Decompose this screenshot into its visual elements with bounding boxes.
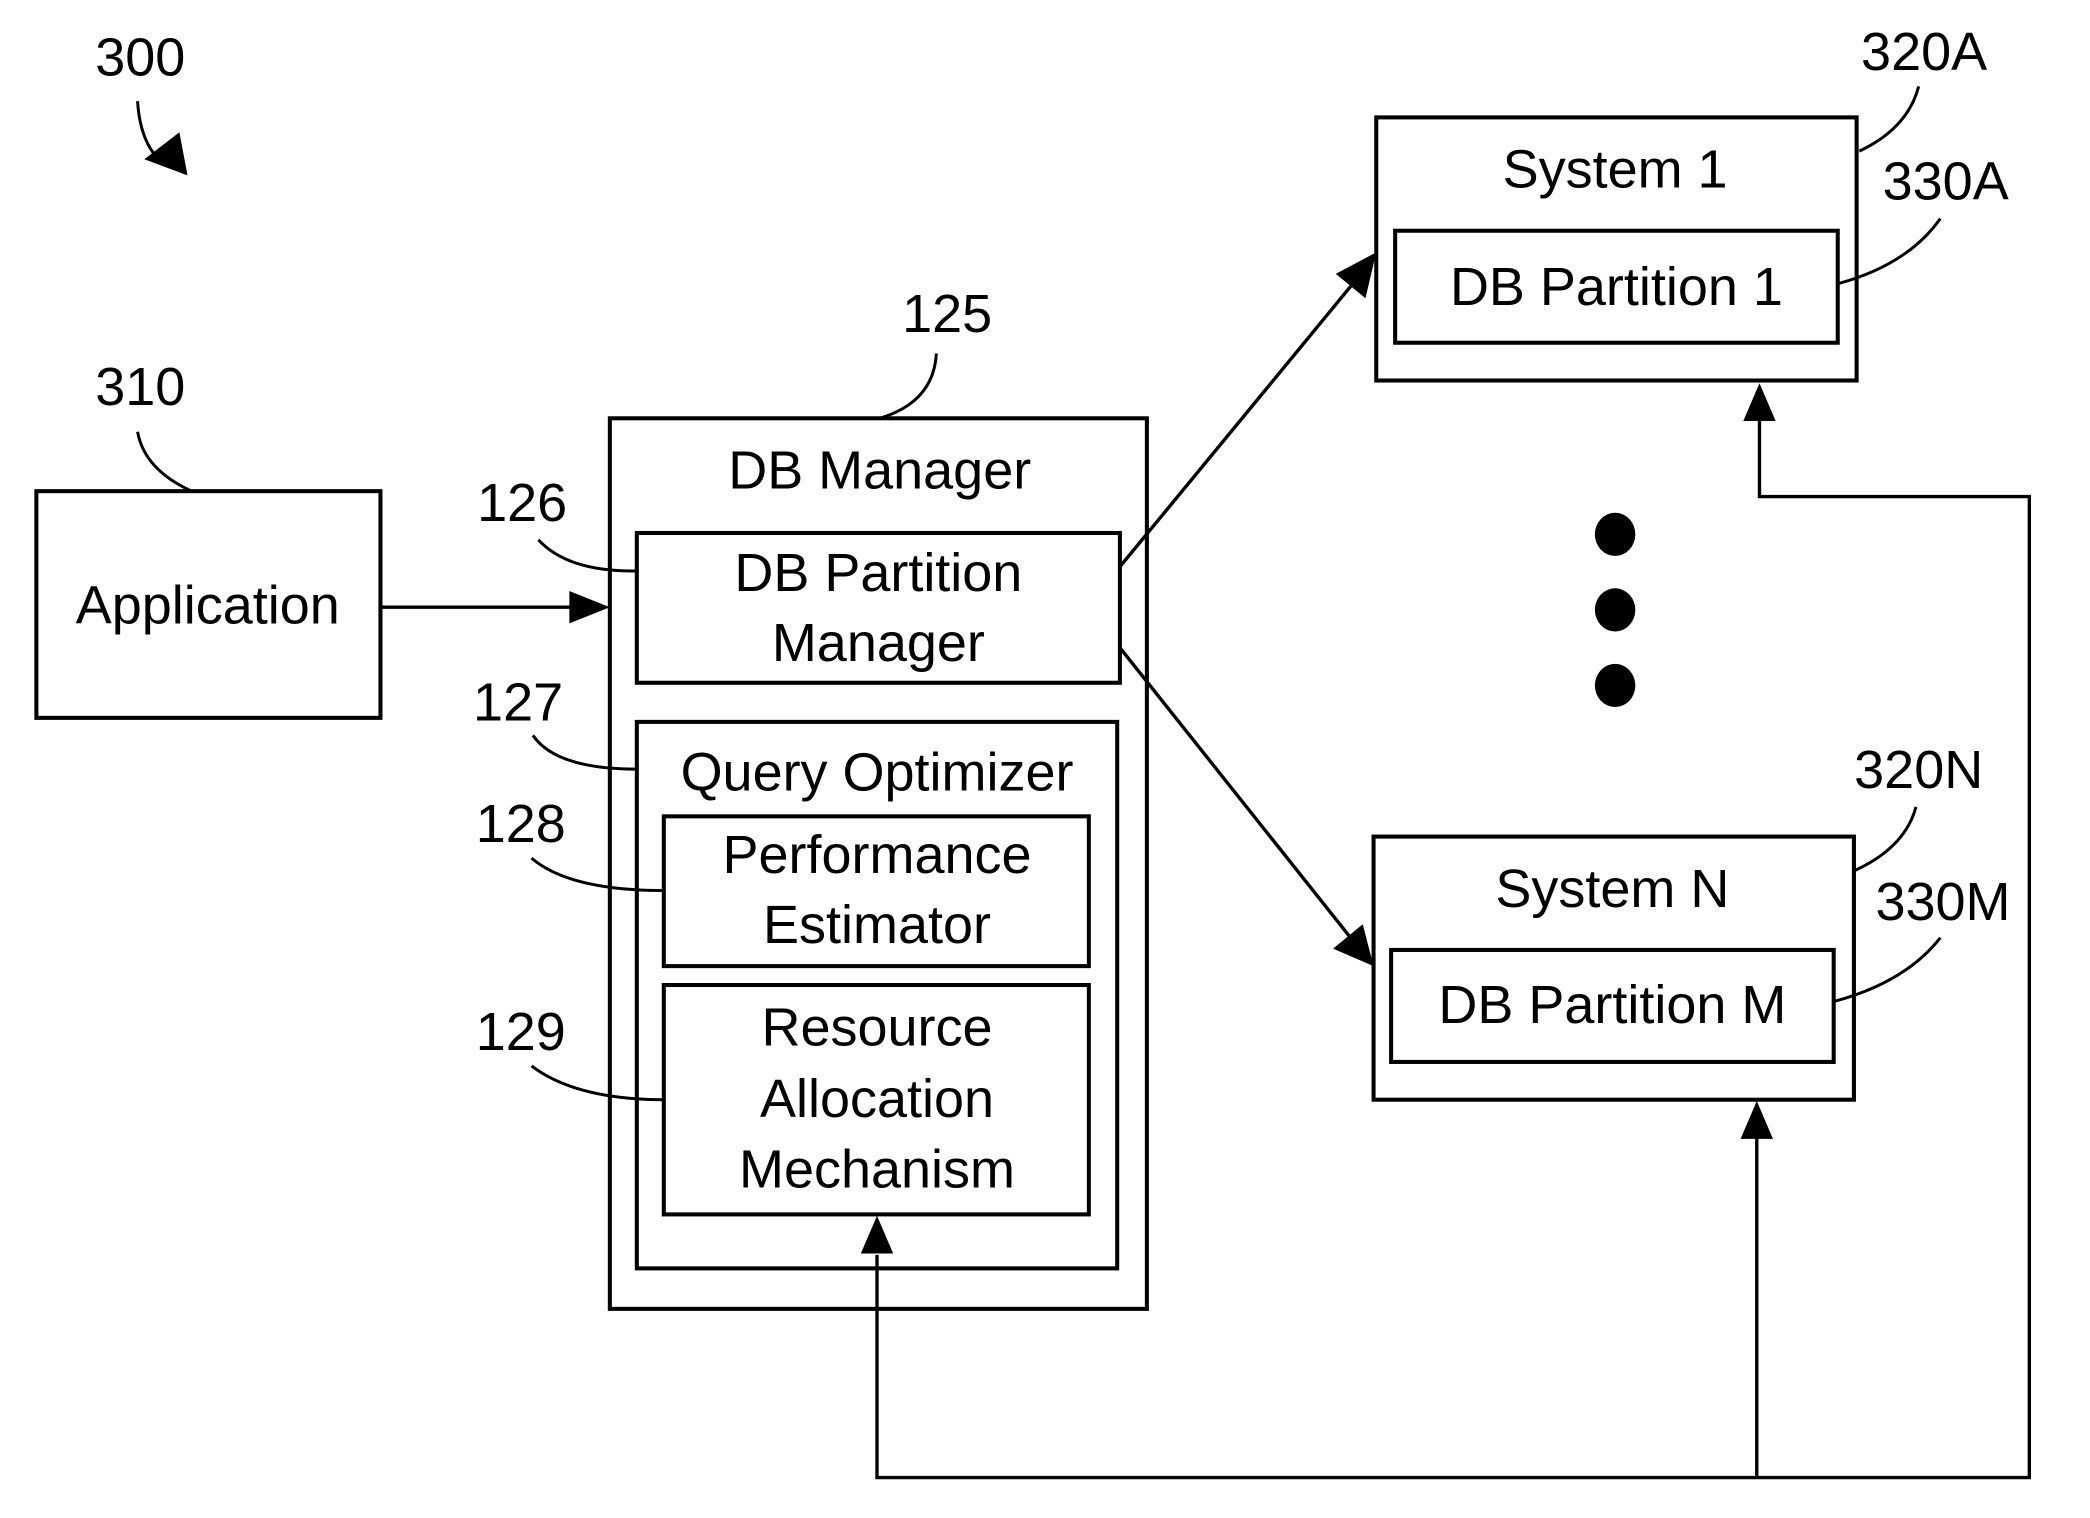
performance-estimator-label-line1: Performance: [723, 825, 1032, 885]
db-partition-1-label: DB Partition 1: [1450, 257, 1783, 317]
db-partition-m-label: DB Partition M: [1438, 975, 1786, 1035]
db-partition-manager-ref: 126: [477, 473, 567, 533]
diagram-canvas: 300 310 Application 125 DB Manager 126 D…: [34, 22, 2032, 1480]
arrowhead-to-system-1-bottom-icon: [1743, 383, 1776, 421]
performance-estimator-node: 128 Performance Estimator: [476, 794, 1091, 969]
db-manager-leader: [879, 353, 938, 420]
ellipsis-dot-icon: [1594, 512, 1636, 556]
db-partition-manager-label-line2: Manager: [772, 613, 985, 673]
resource-allocation-ref: 129: [476, 1002, 566, 1062]
system-1-ref: 320A: [1861, 22, 1987, 82]
application-leader: [136, 431, 193, 493]
system-n-label: System N: [1495, 859, 1729, 919]
arrowhead-application-to-db-manager-icon: [569, 591, 610, 624]
ellipsis-dot-icon: [1594, 588, 1636, 632]
application-ref: 310: [95, 357, 185, 417]
resource-allocation-label-line1: Resource: [762, 998, 993, 1058]
resource-allocation-label-line3: Mechanism: [739, 1139, 1015, 1199]
query-optimizer-label: Query Optimizer: [681, 743, 1074, 803]
system-1-leader: [1858, 85, 1921, 153]
figure-ref-300: 300: [95, 28, 185, 88]
system-n-ref: 320N: [1854, 740, 1983, 800]
system-n-leader: [1854, 806, 1918, 872]
application-label: Application: [76, 575, 340, 635]
resource-allocation-label-line2: Allocation: [760, 1069, 994, 1129]
figure-ref-arrowhead-icon: [144, 132, 188, 176]
arrowhead-to-system-n-icon: [1333, 924, 1374, 967]
db-partition-1-ref: 330A: [1883, 152, 2009, 212]
db-partition-m-ref: 330M: [1875, 872, 2010, 932]
performance-estimator-ref: 128: [476, 794, 566, 854]
db-partition-manager-label-line1: DB Partition: [734, 543, 1022, 603]
arrowhead-to-system-n-bottom-icon: [1740, 1101, 1773, 1139]
db-manager-ref: 125: [902, 284, 992, 344]
resource-allocation-node: 129 Resource Allocation Mechanism: [476, 982, 1091, 1217]
edge-partition-manager-to-system-1: [1118, 275, 1361, 568]
ellipsis-dots: [1594, 512, 1636, 708]
db-manager-label: DB Manager: [728, 440, 1031, 500]
edge-partition-manager-to-system-n: [1118, 646, 1358, 946]
ellipsis-dot-icon: [1594, 663, 1636, 708]
application-node: 310 Application: [34, 357, 383, 720]
query-optimizer-ref: 127: [473, 673, 563, 733]
performance-estimator-label-line2: Estimator: [763, 895, 991, 955]
arrowhead-to-system-1-icon: [1335, 252, 1377, 299]
system-1-label: System 1: [1503, 140, 1728, 200]
